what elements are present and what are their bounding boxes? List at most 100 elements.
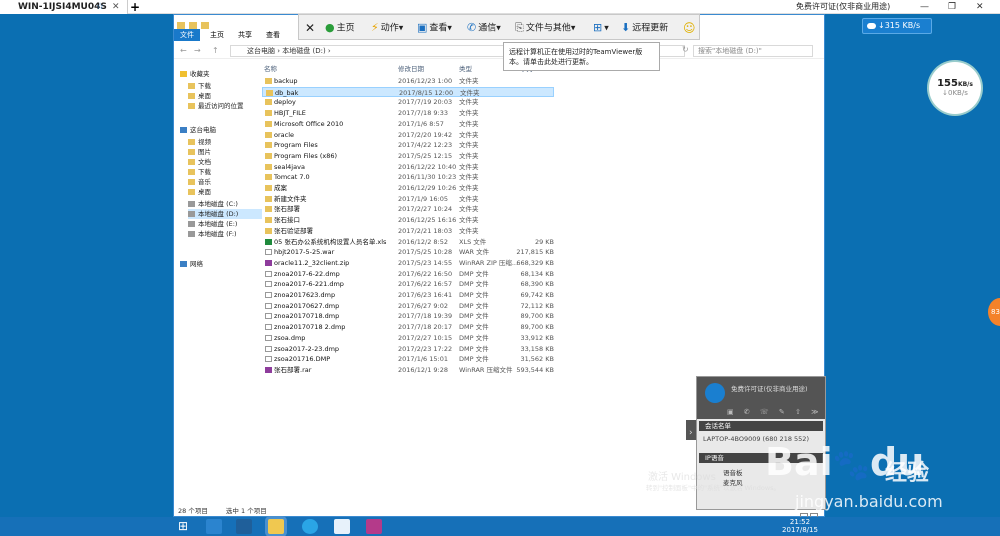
up-arrow-icon[interactable]: ↑ <box>212 46 219 55</box>
file-size: 668,329 KB <box>516 258 554 267</box>
column-name[interactable]: 名称 <box>264 63 277 75</box>
column-date[interactable]: 修改日期 <box>398 63 424 75</box>
file-row[interactable]: znoa2017-6-221.dmp 2017/6/22 16:57 DMP 文件 6… <box>262 279 554 290</box>
sidebar-item[interactable]: 本地磁盘 (D:) <box>188 209 262 219</box>
file-date: 2017/5/23 14:55 <box>398 258 453 267</box>
rar-taskbar-icon[interactable] <box>366 519 382 534</box>
file-row[interactable]: db_bak 2017/8/15 12:00 文件夹 <box>262 86 554 98</box>
file-row[interactable]: 成案 2016/12/29 10:26 文件夹 <box>262 183 554 194</box>
file-size: 68,390 KB <box>520 280 554 289</box>
tab-file[interactable]: 文件 <box>174 29 200 41</box>
file-name: HBJT_FILE <box>274 109 306 118</box>
file-row[interactable]: znoa20170718.dmp 2017/7/18 19:39 DMP 文件 89,… <box>262 311 554 322</box>
file-row[interactable]: 张石部署 2017/2/27 10:24 文件夹 <box>262 204 554 215</box>
item-count: 28 个项目 <box>178 507 208 515</box>
sidebar-item[interactable]: 桌面 <box>188 91 211 101</box>
file-row[interactable]: seal4java 2016/12/22 10:40 文件夹 <box>262 162 554 173</box>
file-row[interactable]: znoa20170718 2.dmp 2017/7/18 20:17 DMP 文件 8… <box>262 322 554 333</box>
refresh-icon[interactable]: ↻ <box>682 45 689 54</box>
sidebar-item[interactable]: 最近访问的位置 <box>188 101 244 111</box>
file-row[interactable]: 张石接口 2016/12/25 16:16 文件夹 <box>262 215 554 226</box>
column-type[interactable]: 类型 <box>459 63 472 75</box>
restore-button[interactable]: ❐ <box>948 0 956 14</box>
file-row[interactable]: 张石验证部署 2017/2/21 18:03 文件夹 <box>262 226 554 237</box>
file-row[interactable]: znoa2017623.dmp 2017/6/23 16:41 DMP 文件 69,7… <box>262 290 554 301</box>
sidebar-item[interactable]: 视频 <box>188 137 211 147</box>
tab-share[interactable]: 共享 <box>238 29 252 41</box>
toolbar-windows-button[interactable]: ⊞ ▾ <box>593 15 609 41</box>
sidebar-item[interactable]: 本地磁盘 (C:) <box>188 199 238 209</box>
file-type: DMP 文件 <box>459 312 489 321</box>
sidebar-item[interactable]: 这台电脑 <box>180 125 216 135</box>
file-row[interactable]: zsoa201716.DMP 2017/1/6 15:01 DMP 文件 31,562… <box>262 354 554 365</box>
smiley-icon[interactable]: ☺ <box>683 15 696 41</box>
file-row[interactable]: oracle11.2_32client.zip 2017/5/23 14:55 Wi… <box>262 258 554 269</box>
file-row[interactable]: oracle 2017/2/20 19:42 文件夹 <box>262 130 554 141</box>
toolbar-update-button[interactable]: ⬇ 远程更新 <box>621 15 668 41</box>
sidebar-item[interactable]: 图片 <box>188 147 211 157</box>
file-row[interactable]: HBJT_FILE 2017/7/18 9:33 文件夹 <box>262 108 554 119</box>
file-name: znoa20170718 2.dmp <box>274 323 346 332</box>
session-list-header[interactable]: 会话名单 <box>699 421 823 431</box>
file-file-icon <box>265 356 272 363</box>
sidebar-item[interactable]: 音乐 <box>188 177 211 187</box>
powershell-icon[interactable] <box>236 519 252 534</box>
sidebar-item[interactable]: 下载 <box>188 167 211 177</box>
server-manager-icon[interactable] <box>206 519 222 534</box>
sidebar-item[interactable]: 文档 <box>188 157 211 167</box>
file-type: DMP 文件 <box>459 323 489 332</box>
remote-session-tab[interactable]: WIN-1IJSI4MU04S ☆ ✕ <box>0 0 128 14</box>
new-tab-button[interactable]: + <box>130 0 140 14</box>
file-row[interactable]: zsoa.dmp 2017/2/27 10:15 DMP 文件 33,912 KB <box>262 333 554 344</box>
file-row[interactable]: Tomcat 7.0 2016/11/30 10:23 文件夹 <box>262 172 554 183</box>
file-row[interactable]: 新建文件夹 2017/1/9 16:05 文件夹 <box>262 194 554 205</box>
panel-action-icons[interactable]: ▣ ✆ ☏ ✎ ⇧ ≫ <box>727 408 822 416</box>
teamviewer-logo-icon <box>705 383 725 403</box>
toolbar-home-button[interactable]: ● 主页 <box>325 15 355 41</box>
file-name: znoa2017-6-221.dmp <box>274 280 344 289</box>
toolbar-view-button[interactable]: ▣ 查看▾ <box>417 15 452 41</box>
file-row[interactable]: deploy 2017/7/19 20:03 文件夹 <box>262 97 554 108</box>
file-row[interactable]: znoa2017-6-22.dmp 2017/6/22 16:50 DMP 文件 68… <box>262 269 554 280</box>
file-row[interactable]: Microsoft Office 2010 2017/1/6 8:57 文件夹 <box>262 119 554 130</box>
sidebar-item-label: 这台电脑 <box>190 126 216 134</box>
sidebar-item[interactable]: 下载 <box>188 81 211 91</box>
drive-icon <box>188 201 195 207</box>
sidebar-item[interactable]: 本地磁盘 (F:) <box>188 229 237 239</box>
star-icon[interactable]: ☆ <box>96 0 104 14</box>
taskbar-clock[interactable]: 21:52 2017/8/15 <box>780 518 820 534</box>
file-row[interactable]: backup 2016/12/23 1:00 文件夹 <box>262 76 554 87</box>
file-row[interactable]: znoa20170627.dmp 2017/6/27 9:02 DMP 文件 72,1… <box>262 301 554 312</box>
explorer-taskbar-icon[interactable] <box>268 519 284 534</box>
tab-view[interactable]: 查看 <box>266 29 280 41</box>
tab-home[interactable]: 主页 <box>210 29 224 41</box>
folder-icon <box>265 185 272 191</box>
file-row[interactable]: Program Files (x86) 2017/5/25 12:15 文件夹 <box>262 151 554 162</box>
update-tooltip[interactable]: 远程计算机正在使用过时的TeamViewer版本。请单击此处进行更新。 <box>503 42 660 71</box>
sidebar-item[interactable]: 桌面 <box>188 187 211 197</box>
file-row[interactable]: 05 张石办公系统机构设置人员名单.xls 2016/12/2 8:52 XLS 文… <box>262 237 554 248</box>
file-row[interactable]: 张石部署.rar 2016/12/1 9:28 WinRAR 压缩文件 593,544… <box>262 365 554 376</box>
file-type: 文件夹 <box>459 194 479 203</box>
toolbar-files-button[interactable]: ⎘ 文件与其他▾ <box>515 15 575 41</box>
back-arrow-icon[interactable]: ← <box>180 46 187 55</box>
sidebar-item[interactable]: 收藏夹 <box>180 69 210 79</box>
forward-arrow-icon[interactable]: → <box>194 46 201 55</box>
file-type: 文件夹 <box>459 151 479 160</box>
minimize-button[interactable]: — <box>920 0 929 14</box>
toolbar-communicate-button[interactable]: ✆ 通信▾ <box>467 15 501 41</box>
close-tab-icon[interactable]: ✕ <box>112 0 120 14</box>
start-button[interactable]: ⊞ <box>178 519 192 533</box>
file-row[interactable]: Program Files 2017/4/22 12:23 文件夹 <box>262 140 554 151</box>
file-row[interactable]: zsoa2017-2-23.dmp 2017/2/23 17:22 DMP 文件 33… <box>262 344 554 355</box>
sidebar-item[interactable]: 网络 <box>180 259 203 269</box>
file-row[interactable]: hbjt2017-5-25.war 2017/5/25 10:28 WAR 文件 21… <box>262 247 554 258</box>
file-name: znoa20170627.dmp <box>274 301 340 310</box>
search-input[interactable]: 搜索"本地磁盘 (D:)" <box>693 45 813 57</box>
ie-icon[interactable] <box>302 519 318 534</box>
close-session-icon[interactable]: ✕ <box>305 15 315 41</box>
toolbar-actions-button[interactable]: ⚡ 动作▾ <box>371 15 403 41</box>
close-window-button[interactable]: ✕ <box>976 0 984 14</box>
sidebar-item[interactable]: 本地磁盘 (E:) <box>188 219 237 229</box>
teamviewer-taskbar-icon[interactable] <box>334 519 350 534</box>
